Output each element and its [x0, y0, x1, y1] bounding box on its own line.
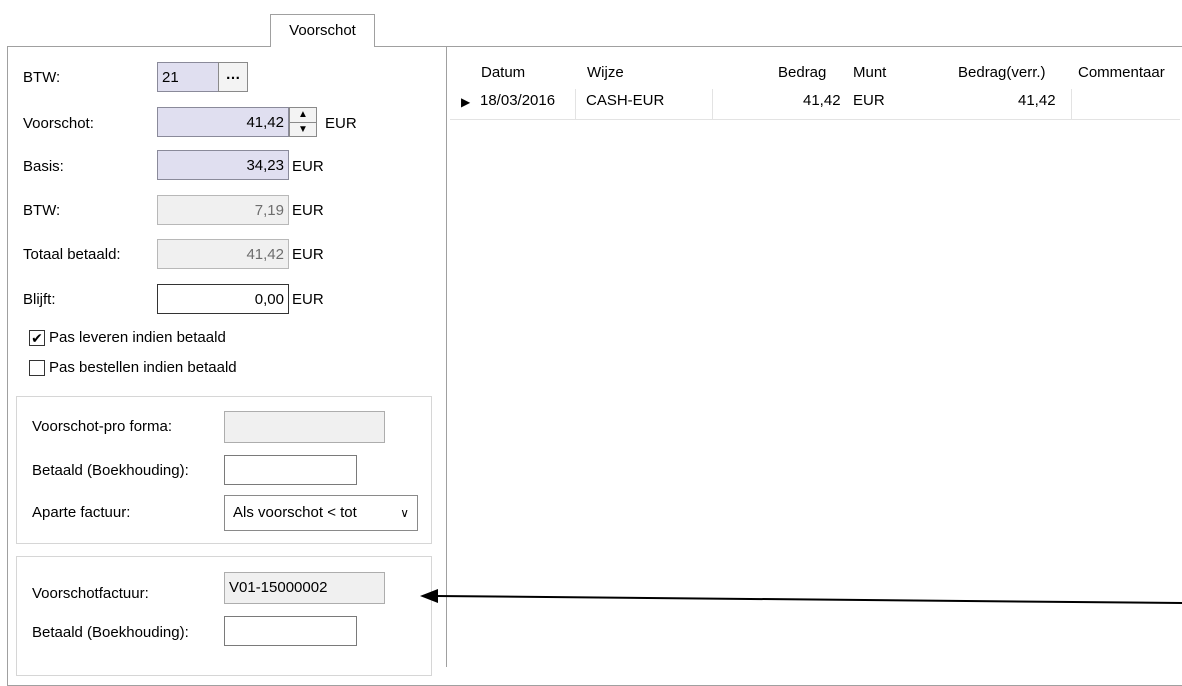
btw-rate-input[interactable]: 21 [157, 62, 219, 92]
proforma-betaald-input[interactable] [224, 455, 357, 485]
spin-down-icon[interactable]: ▼ [290, 122, 316, 137]
pas-bestellen-label[interactable]: Pas bestellen indien betaald [49, 359, 237, 376]
proforma-betaald-label: Betaald (Boekhouding): [32, 462, 189, 479]
aparte-factuur-label: Aparte factuur: [32, 504, 131, 521]
btw-amount-unit: EUR [292, 202, 324, 219]
blijft-unit: EUR [292, 291, 324, 308]
col-header-bedrag-verr[interactable]: Bedrag(verr.) [958, 64, 1046, 81]
blijft-label: Blijft: [23, 291, 56, 308]
btw-rate-label: BTW: [23, 69, 61, 86]
col-separator [1071, 89, 1072, 119]
btw-amount-label: BTW: [23, 202, 61, 219]
aparte-factuur-select[interactable]: Als voorschot < tot ∨ [224, 495, 418, 531]
voorschot-input[interactable]: 41,42 [157, 107, 289, 137]
pas-leveren-label[interactable]: Pas leveren indien betaald [49, 329, 226, 346]
row-indicator-icon: ▶ [461, 95, 471, 109]
cell-datum[interactable]: 18/03/2016 [480, 92, 555, 109]
totaal-label: Totaal betaald: [23, 246, 121, 263]
basis-unit: EUR [292, 158, 324, 175]
basis-label: Basis: [23, 158, 64, 175]
voorschot-spinner[interactable]: ▲ ▼ [289, 107, 317, 137]
pas-bestellen-checkbox[interactable] [29, 360, 45, 376]
pas-leveren-checkbox[interactable]: ✔ [29, 330, 45, 346]
col-header-munt[interactable]: Munt [853, 64, 886, 81]
col-header-datum[interactable]: Datum [481, 64, 525, 81]
blijft-input[interactable]: 0,00 [157, 284, 289, 314]
aparte-factuur-value: Als voorschot < tot [233, 504, 357, 521]
voorschot-label: Voorschot: [23, 115, 94, 132]
totaal-field: 41,42 [157, 239, 289, 269]
col-header-commentaar[interactable]: Commentaar [1078, 64, 1165, 81]
voorschot-unit: EUR [325, 115, 357, 132]
voorschotfactuur-label: Voorschotfactuur: [32, 585, 149, 602]
btw-amount-field: 7,19 [157, 195, 289, 225]
btw-rate-browse-button[interactable]: … [218, 62, 248, 92]
cell-wijze[interactable]: CASH-EUR [586, 92, 664, 109]
totaal-unit: EUR [292, 246, 324, 263]
voorschot-proforma-label: Voorschot-pro forma: [32, 418, 173, 435]
cell-bedrag[interactable]: 41,42 [803, 92, 841, 109]
basis-input[interactable]: 34,23 [157, 150, 289, 180]
col-separator [575, 89, 576, 119]
chevron-down-icon[interactable]: ∨ [400, 496, 409, 530]
cell-munt[interactable]: EUR [853, 92, 885, 109]
invoice-betaald-label: Betaald (Boekhouding): [32, 624, 189, 641]
tab-voorschot[interactable]: Voorschot [270, 14, 375, 47]
voorschot-proforma-field [224, 411, 385, 443]
col-header-bedrag[interactable]: Bedrag [778, 64, 826, 81]
col-header-wijze[interactable]: Wijze [587, 64, 624, 81]
panel-divider [446, 47, 447, 667]
checkmark-icon: ✔ [31, 330, 43, 346]
voorschotfactuur-field: V01-15000002 [224, 572, 385, 604]
col-separator [712, 89, 713, 119]
invoice-betaald-input[interactable] [224, 616, 357, 646]
spin-up-icon[interactable]: ▲ [290, 108, 316, 122]
cell-bedrag-verr[interactable]: 41,42 [1018, 92, 1056, 109]
